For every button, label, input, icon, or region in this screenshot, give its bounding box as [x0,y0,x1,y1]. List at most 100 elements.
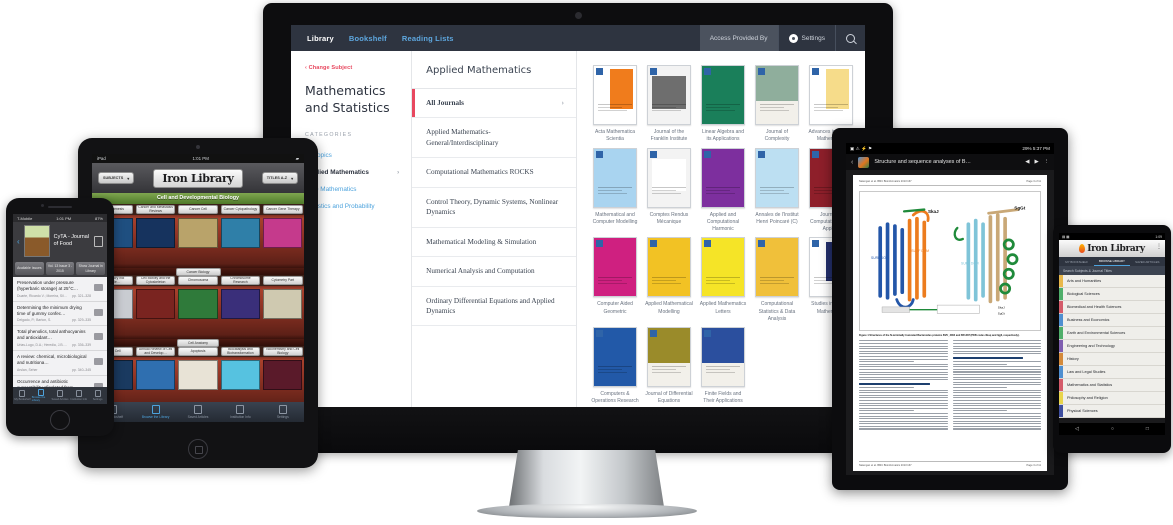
subject-list-item[interactable]: Business and Economics [1059,314,1165,327]
journal-category-row[interactable]: All Journals › [412,89,576,119]
shelf-book-cover[interactable] [220,218,260,248]
shelf-journal-label[interactable]: Annual Review of Cell and Develop… [135,347,176,356]
ipad-tab-settings[interactable]: Settings [262,402,304,422]
sidebar-item-pure-mathematics[interactable]: Pure Mathematics [305,181,399,198]
sidebar-item-statistics-and-probability[interactable]: Statistics and Probability [305,198,399,215]
article-list-item[interactable]: Total phenolics, total anthocyanins and … [13,326,107,351]
shelf-book-cover[interactable] [136,360,176,390]
back-chevron-icon[interactable]: ‹ [851,159,853,166]
iphone-tab-settings[interactable]: Settings [88,387,107,404]
journal-cover-cell[interactable]: Comptes Rendus Mécanique [645,147,693,234]
ipad-home-button[interactable] [188,439,208,459]
shelf-book-cover[interactable] [136,289,176,319]
back-chevron-icon[interactable]: ‹ [17,237,20,246]
subject-list-item[interactable]: Biomedical and Health Sciences [1059,301,1165,314]
subject-list-item[interactable]: History [1059,353,1165,366]
subject-list-item[interactable]: Engineering and Technology [1059,340,1165,353]
previous-icon[interactable]: ◀ [1025,159,1029,165]
ipad-tab-saved-articles[interactable]: Saved Articles [177,402,219,422]
article-list-item[interactable]: Determining the minimum drying time of g… [13,301,107,327]
shelf-book-cover[interactable] [220,289,260,319]
journal-cover-cell[interactable]: Computational Statistics & Data Analysis [753,237,801,323]
subject-list-item[interactable]: Physical Sciences [1059,405,1165,418]
save-article-icon[interactable] [94,333,103,341]
sidebar-item-applied-mathematics[interactable]: Applied Mathematics › [305,164,399,181]
save-article-icon[interactable] [94,308,103,316]
journal-cover-cell[interactable]: Annales de l'Institut Henri Poincaré (C) [753,147,801,234]
search-input[interactable]: Search Subjects & Journal Titles [1059,266,1165,275]
subject-list-item[interactable]: Biological Sciences [1059,288,1165,301]
journal-cover-cell[interactable]: Applied Mathematics Letters [699,237,747,323]
shelf-book-cover[interactable] [262,360,303,390]
shelf-book-cover[interactable] [262,218,303,248]
iphone-action-button[interactable]: Available Issues [15,262,44,275]
overflow-menu-icon[interactable]: ⋮ [1044,159,1049,165]
library-icon[interactable] [94,235,103,247]
shelf-journal-label[interactable]: Cancer and Metastasis Reviews [135,205,176,214]
journal-category-row[interactable]: Numerical Analysis and Computation [412,257,576,287]
shelf-journal-label[interactable]: Apoptosis [178,347,218,356]
shelf-book-cover[interactable] [178,218,218,248]
subjects-dropdown[interactable]: SUBJECTS ▾ [98,172,135,184]
journal-cover-cell[interactable]: Journal of Complexity [753,65,801,144]
journal-cover-cell[interactable]: Computers & Operations Research [591,327,639,406]
android-tab-my-bookshelf[interactable]: MY BOOKSHELF [1059,257,1094,266]
iphone-tab-browse-the-library[interactable]: Browse the Library [32,387,51,404]
journal-cover-cell[interactable]: Computer Aided Geometric [591,237,639,323]
recents-icon[interactable]: □ [1146,426,1149,432]
shelf-book-cover[interactable] [262,289,303,319]
journal-category-row[interactable]: Ordinary Differential Equations and Appl… [412,287,576,327]
journal-cover-cell[interactable]: Mathematical and Computer Modelling [591,147,639,234]
android-tab-saved-articles[interactable]: SAVED ARTICLES [1130,257,1165,266]
ipad-tab-browse-the-library[interactable]: Browse the Library [134,402,176,422]
titles-dropdown[interactable]: TITLES A-Z ▾ [261,172,298,184]
subject-list-item[interactable]: Law and Legal Studies [1059,366,1165,379]
nav-item-reading-lists[interactable]: Reading Lists [402,34,454,43]
iphone-tab-my-bookshelf[interactable]: My Bookshelf [13,387,32,404]
journal-category-row[interactable]: Control Theory, Dynamic Systems, Nonline… [412,188,576,228]
iphone-tab-institution-info[interactable]: Institution Info [69,387,88,404]
search-button[interactable] [835,25,865,51]
iphone-home-button[interactable] [50,410,70,430]
shelf-book-cover[interactable] [178,289,218,319]
subject-list-item[interactable]: Arts and Humanities [1059,275,1165,288]
shelf-journal-label[interactable]: Cancer Gene Therapy [263,205,303,214]
journal-cover-cell[interactable]: Applied and Computational Harmonic [699,147,747,234]
iphone-tab-saved-articles[interactable]: Saved Articles [51,387,70,404]
nav-item-library[interactable]: Library [307,34,334,43]
subject-list-item[interactable]: Philosophy and Religion [1059,392,1165,405]
save-article-icon[interactable] [94,357,103,365]
iphone-action-button[interactable]: Vol. 13 Issue 3 - 2015 [45,262,75,275]
subject-list-item[interactable]: Mathematics and Statistics [1059,379,1165,392]
journal-cover-cell[interactable]: Journal of the Franklin Institute [645,65,693,144]
iphone-action-button[interactable]: Show Journal in Library [76,262,106,275]
shelf-book-cover[interactable] [136,218,176,248]
settings-button[interactable]: Settings [777,25,836,51]
journal-cover-cell[interactable]: Applied Mathematical Modelling [645,237,693,323]
shelf-journal-label[interactable]: Chromosome Research [220,276,261,285]
change-subject-link[interactable]: ‹ Change Subject [305,65,399,71]
nav-item-bookshelf[interactable]: Bookshelf [349,34,387,43]
shelf-journal-label[interactable]: Cell Motility and the Cytoskeleton [135,276,176,285]
shelf-journal-label[interactable]: Biocatalysis and Biotransformation [220,347,261,356]
shelf-journal-label[interactable]: Cytometry Part [263,276,303,285]
android-tab-browse-library[interactable]: BROWSE LIBRARY [1094,257,1130,266]
shelf-journal-label[interactable]: Cancer Cytopathology [220,205,261,214]
journal-cover-cell[interactable]: Linear Algebra and its Applications [699,65,747,144]
subject-list-item[interactable]: Earth and Environmental Sciences [1059,327,1165,340]
next-icon[interactable]: ▶ [1034,159,1038,165]
back-icon[interactable]: ◁ [1075,426,1079,432]
sidebar-item-all-topics[interactable]: All Topics [305,147,399,164]
journal-cover-cell[interactable]: Finite Fields and Their Applications [699,327,747,406]
shelf-journal-label[interactable]: Cancer Cell [178,205,218,214]
journal-cover-cell[interactable]: Journal of Differential Equations [645,327,693,406]
home-icon[interactable]: ○ [1111,426,1114,432]
article-list-item[interactable]: A review: chemical, microbiological and … [13,350,107,376]
save-article-icon[interactable] [94,284,103,291]
pdf-page[interactable]: Natengan et al. BMC Bioinformatics 2013:… [853,175,1047,471]
article-list-item[interactable]: Preservation under pressure (hyperbaric … [13,277,107,302]
ipad-tab-institution-info[interactable]: Institution Info [219,402,261,422]
journal-category-row[interactable]: Computational Mathematics ROCKS [412,158,576,188]
overflow-menu-icon[interactable]: ⋮ [1156,244,1162,250]
journal-cover-cell[interactable]: Acta Mathematica Scientia [591,65,639,144]
